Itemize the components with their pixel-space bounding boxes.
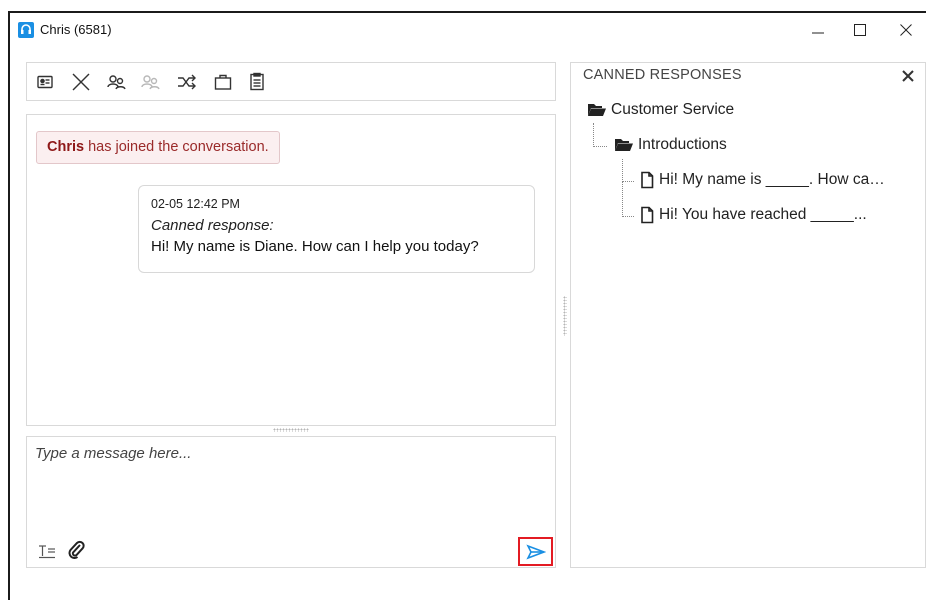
tree-folder-introductions[interactable]: Introductions (614, 136, 727, 154)
tree-item-label: Hi! My name is _____. How ca… (659, 171, 885, 188)
vertical-splitter-handle[interactable] (563, 296, 567, 336)
send-icon (525, 544, 546, 559)
tree-subfolder-label: Introductions (638, 136, 727, 153)
participant-name: Chris (47, 139, 85, 155)
join-text: has joined the conversation. (84, 139, 269, 155)
system-join-message: Chris has joined the conversation. (36, 131, 280, 164)
minimize-button[interactable] (798, 17, 838, 43)
conversation-pane: Chris has joined the conversation. 02-05… (26, 114, 556, 426)
window-title: Chris (6581) (40, 22, 112, 37)
briefcase-icon[interactable] (211, 70, 235, 94)
message-timestamp: 02-05 12:42 PM (151, 197, 240, 211)
tree-item-label: Hi! You have reached _____... (659, 206, 867, 223)
attachment-icon[interactable] (67, 539, 85, 559)
document-icon (641, 206, 654, 224)
contact-card-icon[interactable] (33, 70, 57, 94)
open-folder-icon (615, 139, 633, 151)
tree-connector (593, 123, 607, 147)
send-button[interactable] (518, 537, 553, 566)
open-folder-icon (588, 104, 606, 116)
tree-connector (622, 182, 634, 217)
compose-pane (26, 436, 556, 568)
tree-folder-customer-service[interactable]: Customer Service (587, 101, 734, 119)
message-input[interactable] (35, 445, 547, 525)
chat-toolbar (26, 62, 556, 101)
end-chat-icon[interactable] (69, 70, 93, 94)
headset-app-icon (18, 22, 34, 38)
chat-window: Chris (6581) Chris has joined the conver… (8, 11, 926, 600)
close-window-button[interactable] (886, 17, 926, 43)
transfer-icon[interactable] (175, 70, 199, 94)
horizontal-splitter-handle[interactable] (273, 428, 309, 432)
conference-icon[interactable] (105, 70, 129, 94)
canned-responses-title: CANNED RESPONSES (583, 67, 742, 83)
tree-connector (622, 159, 634, 182)
tree-folder-label: Customer Service (611, 101, 735, 118)
close-panel-icon[interactable] (901, 69, 915, 83)
conference-disabled-icon (139, 70, 163, 94)
title-bar: Chris (6581) (10, 13, 926, 45)
maximize-button[interactable] (840, 17, 880, 43)
document-icon (641, 171, 654, 189)
transcript-icon[interactable] (245, 70, 269, 94)
message-body: Hi! My name is Diane. How can I help you… (151, 238, 479, 255)
text-format-icon[interactable] (38, 541, 56, 559)
agent-message-bubble: 02-05 12:42 PM Canned response: Hi! My n… (138, 185, 535, 273)
canned-responses-panel: CANNED RESPONSES Customer Service Introd… (570, 62, 926, 568)
message-kind: Canned response: (151, 217, 274, 234)
tree-item-response-2[interactable]: Hi! You have reached _____... (639, 206, 867, 224)
tree-item-response-1[interactable]: Hi! My name is _____. How ca… (639, 171, 885, 189)
